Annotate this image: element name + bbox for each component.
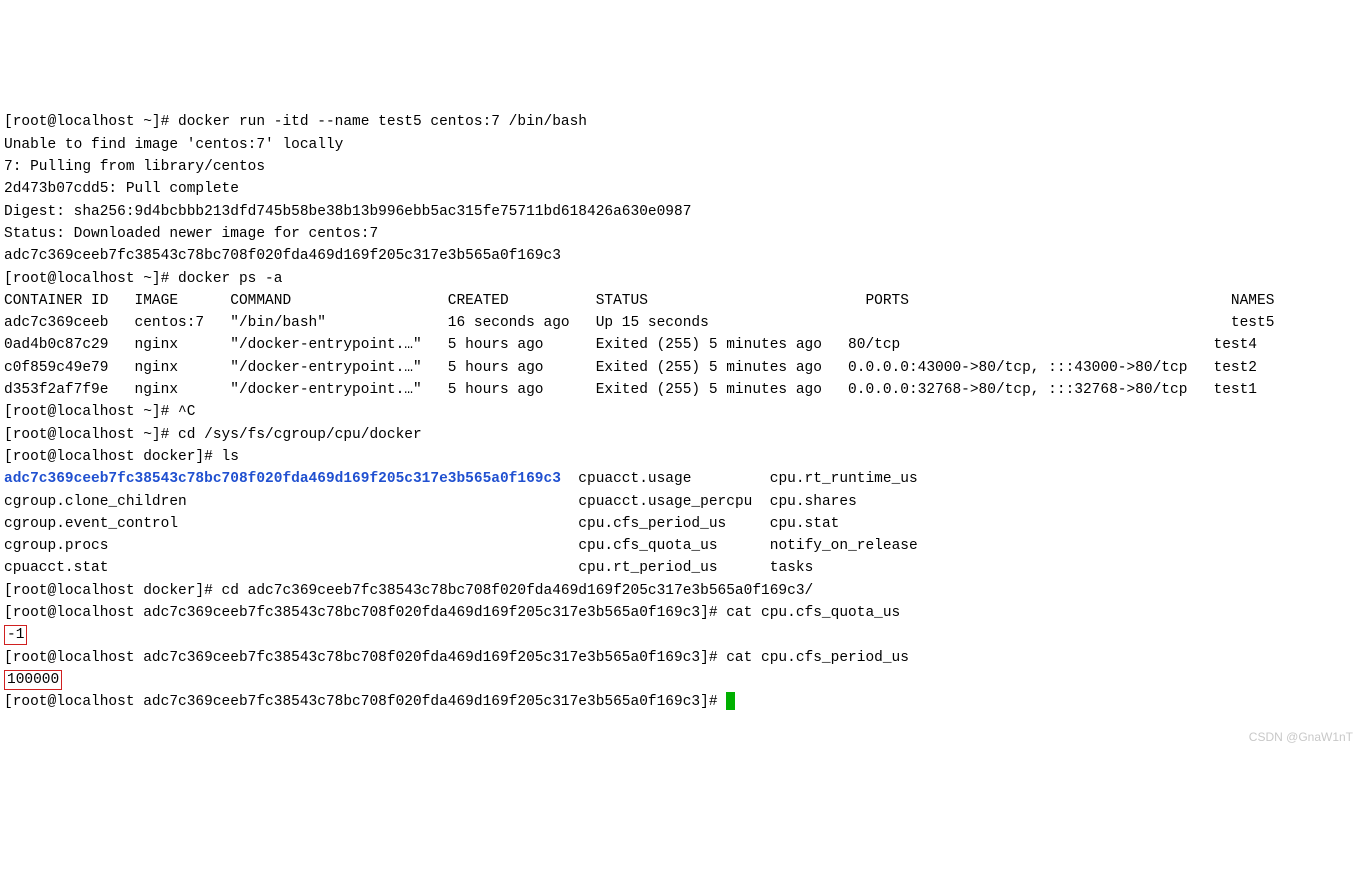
prompt-line: [root@localhost adc7c369ceeb7fc38543c78b… — [4, 694, 726, 710]
output-line: [root@localhost ~]# cd /sys/fs/cgroup/cp… — [4, 427, 422, 443]
ps-row: d353f2af7f9e nginx "/docker-entrypoint.…… — [4, 382, 1257, 398]
ls-file: cgroup.procs — [4, 538, 108, 554]
output-line: [root@localhost docker]# cd adc7c369ceeb… — [4, 583, 813, 599]
ls-file: cpu.shares — [770, 494, 857, 510]
ls-file: cpu.rt_period_us — [578, 560, 717, 576]
output-line: Unable to find image 'centos:7' locally — [4, 137, 343, 153]
ps-header: CONTAINER ID IMAGE COMMAND CREATED STATU… — [4, 293, 1274, 309]
watermark: CSDN @GnaW1nT — [1249, 726, 1353, 748]
terminal-output[interactable]: [root@localhost ~]# docker run -itd --na… — [0, 89, 1363, 713]
ls-file: cgroup.clone_children — [4, 494, 187, 510]
ls-directory: adc7c369ceeb7fc38543c78bc708f020fda469d1… — [4, 471, 561, 487]
output-line: [root@localhost adc7c369ceeb7fc38543c78b… — [4, 605, 900, 621]
output-line: 7: Pulling from library/centos — [4, 159, 265, 175]
ls-file: cpu.cfs_period_us — [578, 516, 726, 532]
cursor-icon — [726, 692, 735, 710]
highlighted-value-quota: -1 — [4, 625, 27, 645]
output-line: [root@localhost ~]# ^C — [4, 404, 195, 420]
ls-file: cpu.cfs_quota_us — [578, 538, 717, 554]
output-line: [root@localhost ~]# docker ps -a — [4, 271, 282, 287]
ls-file: cpu.stat — [770, 516, 840, 532]
output-line: adc7c369ceeb7fc38543c78bc708f020fda469d1… — [4, 248, 561, 264]
output-line: 2d473b07cdd5: Pull complete — [4, 181, 239, 197]
highlighted-value-period: 100000 — [4, 670, 62, 690]
output-line: [root@localhost ~]# docker run -itd --na… — [4, 114, 587, 130]
output-line: [root@localhost adc7c369ceeb7fc38543c78b… — [4, 650, 909, 666]
ps-row: c0f859c49e79 nginx "/docker-entrypoint.…… — [4, 360, 1257, 376]
ls-file: cgroup.event_control — [4, 516, 178, 532]
ps-row: adc7c369ceeb centos:7 "/bin/bash" 16 sec… — [4, 315, 1274, 331]
output-line: [root@localhost docker]# ls — [4, 449, 239, 465]
output-line: Digest: sha256:9d4bcbbb213dfd745b58be38b… — [4, 204, 691, 220]
output-line: Status: Downloaded newer image for cento… — [4, 226, 378, 242]
ls-file: cpu.rt_runtime_us — [770, 471, 918, 487]
ls-file: notify_on_release — [770, 538, 918, 554]
ls-file: cpuacct.stat — [4, 560, 108, 576]
ps-row: 0ad4b0c87c29 nginx "/docker-entrypoint.…… — [4, 337, 1257, 353]
ls-file: cpuacct.usage — [578, 471, 691, 487]
ls-file: tasks — [770, 560, 814, 576]
ls-file: cpuacct.usage_percpu — [578, 494, 752, 510]
